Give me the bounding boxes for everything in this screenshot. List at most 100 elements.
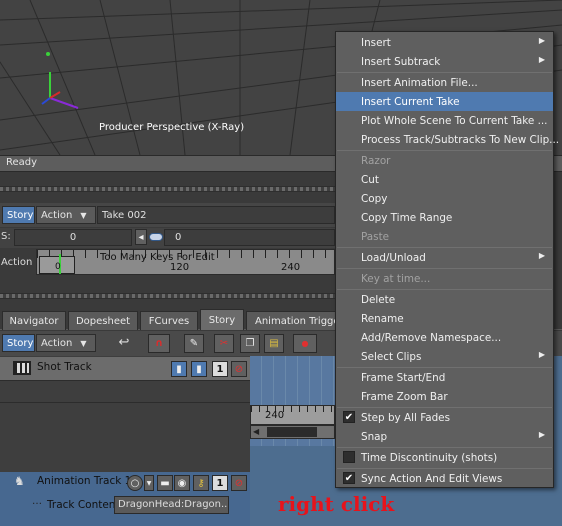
status-text: Ready xyxy=(6,157,38,168)
menu-key-at-time: Key at time... xyxy=(361,272,431,285)
menu-step-by-all-fades[interactable]: ✔ Step by All Fades xyxy=(336,408,553,427)
ellipsis-icon: … xyxy=(32,496,42,507)
paste-icon[interactable]: ▤ xyxy=(264,334,284,353)
ghost-icon[interactable]: ○ xyxy=(127,475,143,491)
toolbar-action-label: Action xyxy=(41,337,73,349)
menu-snap-label: Snap xyxy=(361,430,388,443)
solo-icon[interactable]: ▬ xyxy=(157,475,173,491)
menu-time-discontinuity-label: Time Discontinuity (shots) xyxy=(361,451,498,464)
tab-dopesheet[interactable]: Dopesheet xyxy=(68,311,138,330)
checkbox-unchecked-icon[interactable] xyxy=(343,451,355,463)
action-mode-label: Action xyxy=(41,209,73,221)
menu-rename[interactable]: Rename xyxy=(336,309,553,328)
toolbar-action-dropdown[interactable]: Action ▼ xyxy=(36,334,96,352)
submenu-arrow-icon: ▶ xyxy=(538,251,545,260)
chevron-down-icon: ▼ xyxy=(80,338,87,348)
splitter-handle[interactable] xyxy=(0,186,335,192)
story-mode-button[interactable]: Story xyxy=(2,206,35,224)
magnet-icon[interactable]: ∩ xyxy=(148,334,170,353)
step-back-icon[interactable]: ◂ xyxy=(135,229,147,245)
film-strip-icon xyxy=(13,361,31,375)
shot-track-number[interactable]: 1 xyxy=(212,361,228,377)
frame-marker: 0 xyxy=(55,262,61,272)
tab-navigator[interactable]: Navigator xyxy=(2,311,66,330)
timeline-ruler[interactable]: 240 xyxy=(250,405,336,425)
context-menu: Insert ▶ Insert Subtrack ▶ Insert Animatio… xyxy=(335,31,559,488)
s-value-field[interactable]: 0 xyxy=(14,229,132,246)
menu-frame-start-end[interactable]: Frame Start/End xyxy=(336,368,553,387)
menu-frame-zoom-bar[interactable]: Frame Zoom Bar xyxy=(336,387,553,406)
tab-story[interactable]: Story xyxy=(200,309,244,330)
shot-track-label: Shot Track xyxy=(37,361,92,373)
anim-track-number[interactable]: 1 xyxy=(212,475,228,491)
horizontal-scrollbar[interactable]: ◀ xyxy=(250,425,335,439)
menu-copy[interactable]: Copy xyxy=(336,189,553,208)
splitter-handle-2[interactable] xyxy=(0,293,335,299)
undo-return-icon[interactable]: ↩ xyxy=(110,336,138,352)
menu-delete[interactable]: Delete xyxy=(336,290,553,309)
action-mode-dropdown[interactable]: Action ▼ xyxy=(36,206,96,224)
menu-load-unload[interactable]: Load/Unload ▶ xyxy=(336,248,553,267)
toolbar-story-button[interactable]: Story xyxy=(2,334,35,352)
animation-track-label: Animation Track 1 xyxy=(37,475,132,487)
animation-track-header[interactable]: ♞ Animation Track 1 … Track Content Drag… xyxy=(0,472,250,526)
viewport-label: Producer Perspective (X-Ray) xyxy=(99,122,245,133)
menu-razor: Razor xyxy=(361,154,391,167)
menu-insert-label: Insert xyxy=(361,36,391,49)
key-icon[interactable]: ⚷ xyxy=(193,475,209,491)
menu-insert-animation-file[interactable]: Insert Animation File... xyxy=(336,73,553,92)
value2-field[interactable]: 0 xyxy=(164,229,335,246)
action-timeline-ruler[interactable]: 0 Too Many Keys For Edit 120 240 xyxy=(36,249,336,275)
action-row-label: Action xyxy=(1,257,33,268)
tab-fcurves[interactable]: FCurves xyxy=(140,311,198,330)
menu-insert[interactable]: Insert ▶ xyxy=(336,33,553,52)
menu-copy-time-range[interactable]: Copy Time Range xyxy=(336,208,553,227)
timeline-ticks xyxy=(251,406,336,412)
menu-add-remove-namespace[interactable]: Add/Remove Namespace... xyxy=(336,328,553,347)
menu-load-unload-label: Load/Unload xyxy=(361,251,426,264)
scrollbar-thumb[interactable] xyxy=(267,427,317,437)
menu-cut[interactable]: Cut xyxy=(336,170,553,189)
menu-select-clips[interactable]: Select Clips ▶ xyxy=(336,347,553,366)
mute-icon[interactable]: ⊘ xyxy=(231,361,247,377)
checkbox-checked-icon[interactable]: ✔ xyxy=(343,472,355,484)
menu-sync-action-edit[interactable]: ✔ Sync Action And Edit Views xyxy=(336,469,553,488)
character-icon: ♞ xyxy=(14,474,25,488)
menu-insert-subtrack[interactable]: Insert Subtrack ▶ xyxy=(336,52,553,71)
shot-track-header[interactable]: Shot Track ▮ ▮ 1 ⊘ xyxy=(0,357,250,381)
track-separator xyxy=(0,402,250,403)
record-keys-icon[interactable]: ● xyxy=(293,334,317,353)
submenu-arrow-icon: ▶ xyxy=(538,36,545,45)
menu-step-by-all-fades-label: Step by All Fades xyxy=(361,411,450,424)
scissors-icon[interactable]: ✂ xyxy=(214,334,234,353)
menu-process-track[interactable]: Process Track/Subtracks To New Clip... xyxy=(336,130,559,149)
track-content-field[interactable]: DragonHead:Dragon... xyxy=(114,496,229,514)
menu-insert-subtrack-label: Insert Subtrack xyxy=(361,55,441,68)
tick-120: 120 xyxy=(170,262,190,273)
menu-snap[interactable]: Snap ▶ xyxy=(336,427,553,446)
keys-message: Too Many Keys For Edit xyxy=(100,252,215,263)
eye-icon[interactable]: ◉ xyxy=(174,475,190,491)
mute-icon[interactable]: ⊘ xyxy=(231,475,247,491)
right-click-annotation: right click xyxy=(278,492,395,516)
s-label: S: xyxy=(1,231,11,242)
shot-view2-icon[interactable]: ▮ xyxy=(191,361,207,377)
menu-sync-action-edit-label: Sync Action And Edit Views xyxy=(361,472,503,485)
submenu-arrow-icon: ▶ xyxy=(538,430,545,439)
menu-paste: Paste xyxy=(361,230,390,243)
menu-plot-whole-scene[interactable]: Plot Whole Scene To Current Take ... xyxy=(336,111,553,130)
scroll-left-icon[interactable]: ◀ xyxy=(253,427,259,436)
menu-insert-current-take[interactable]: Insert Current Take xyxy=(336,92,553,111)
dropdown-icon[interactable]: ▼ xyxy=(144,475,154,491)
chevron-down-icon: ▼ xyxy=(80,210,87,220)
menu-time-discontinuity[interactable]: Time Discontinuity (shots) xyxy=(336,448,553,467)
submenu-arrow-icon: ▶ xyxy=(538,350,545,359)
menu-select-clips-label: Select Clips xyxy=(361,350,422,363)
brush-icon[interactable]: ✎ xyxy=(184,334,204,353)
copy-icon[interactable]: ❐ xyxy=(240,334,260,353)
take-field[interactable]: Take 002 xyxy=(97,206,335,224)
shot-view-icon[interactable]: ▮ xyxy=(171,361,187,377)
checkbox-checked-icon[interactable]: ✔ xyxy=(343,411,355,423)
tab-animation-trigger[interactable]: Animation Trigger xyxy=(246,311,346,330)
slider-handle[interactable] xyxy=(149,233,163,241)
